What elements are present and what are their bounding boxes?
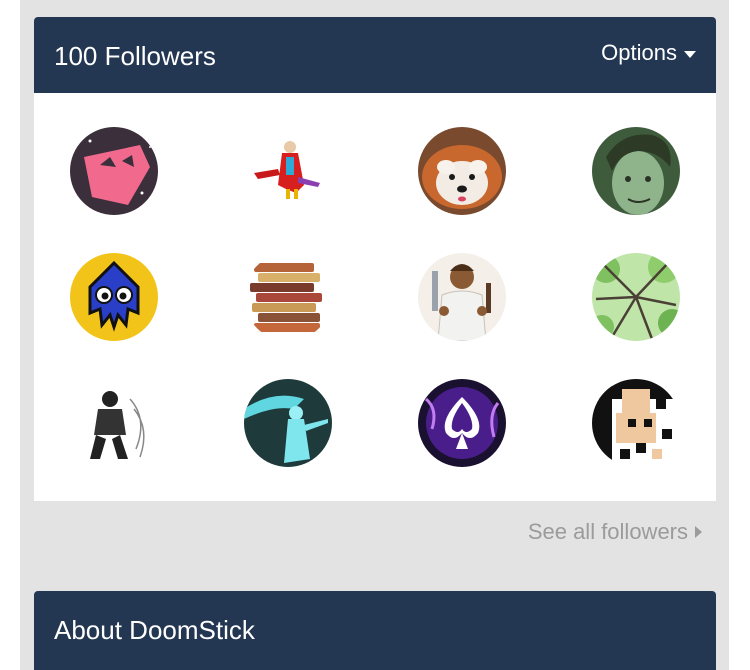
caret-right-icon <box>695 526 702 538</box>
follower-avatar-ghost-woman[interactable] <box>244 379 332 467</box>
follower-avatar-blue-squid[interactable] <box>70 253 158 341</box>
about-title: About DoomStick <box>54 615 255 645</box>
follower-avatar-ink-sketch[interactable] <box>70 379 158 467</box>
follower-avatar-pink-cat[interactable] <box>70 127 158 215</box>
follower-avatar-pixel-face[interactable] <box>592 379 680 467</box>
see-all-followers-label: See all followers <box>527 519 688 544</box>
options-dropdown-button[interactable]: Options <box>601 39 696 67</box>
caret-down-icon <box>684 50 696 58</box>
about-panel-header: About DoomStick <box>34 591 716 670</box>
follower-avatar-butcher[interactable] <box>418 253 506 341</box>
options-label: Options <box>601 40 677 65</box>
follower-avatar-red-robed-figure[interactable] <box>244 127 332 215</box>
follower-avatar-green-face[interactable] <box>592 127 680 215</box>
follower-avatar-book-stack[interactable] <box>244 253 332 341</box>
followers-count-title: 100 Followers <box>54 41 216 71</box>
follower-avatar-purple-spade[interactable] <box>418 379 506 467</box>
followers-panel-header: 100 Followers Options <box>34 17 716 93</box>
followers-grid <box>34 93 716 501</box>
follower-avatar-red-panda[interactable] <box>418 127 506 215</box>
follower-avatar-tree-canopy[interactable] <box>592 253 680 341</box>
see-all-followers-link[interactable]: See all followers <box>528 518 702 546</box>
